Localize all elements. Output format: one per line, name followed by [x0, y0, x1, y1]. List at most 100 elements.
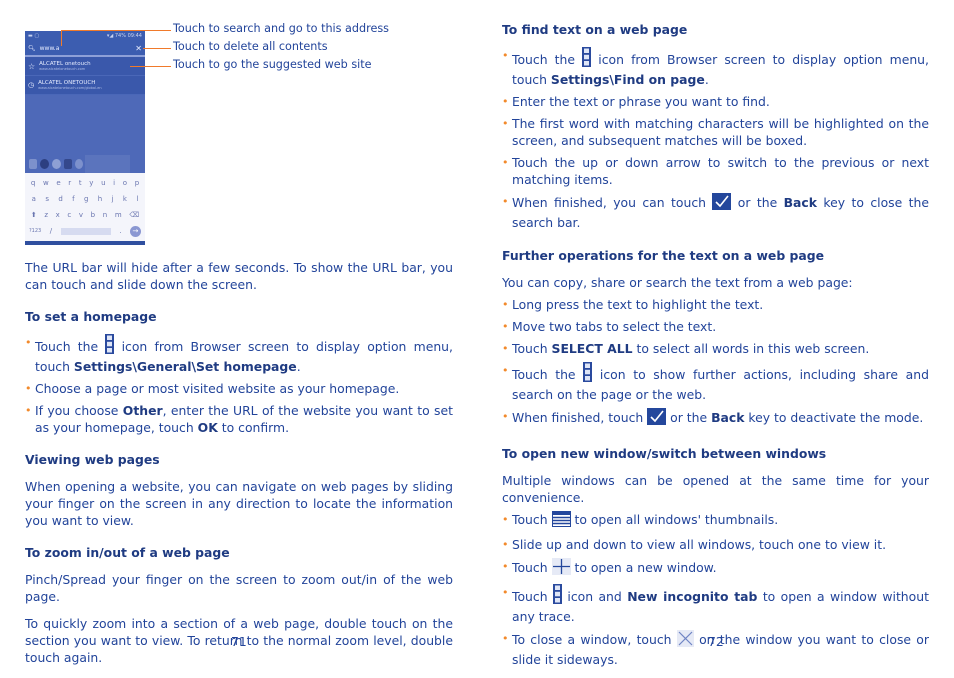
shift-key-icon[interactable]: ⬆: [31, 211, 37, 219]
clear-url-icon[interactable]: ✕: [135, 44, 142, 53]
keyboard-key[interactable]: d: [58, 195, 62, 203]
battery-level: 74%: [114, 33, 126, 39]
suggestion-title: ALCATEL ONETOUCH: [38, 79, 96, 86]
keyboard-key[interactable]: x: [56, 211, 60, 219]
android-nav-bar: ▽ ○ □: [25, 241, 145, 245]
star-icon: ☆: [28, 61, 36, 71]
symbols-key[interactable]: ?123: [29, 228, 41, 234]
find-list: Touch the icon from Browser screen to di…: [502, 47, 929, 231]
keyboard-key[interactable]: h: [98, 195, 102, 203]
list-item: Touch SELECT ALL to select all words in …: [502, 340, 929, 357]
callout-search: Touch to search and go to this address: [173, 22, 389, 35]
menu-dots-icon: [105, 334, 115, 358]
keyboard-key[interactable]: a: [32, 195, 36, 203]
menu-dots-icon: [583, 362, 593, 386]
windows-heading: To open new window/switch between window…: [502, 446, 827, 461]
close-x-icon: [676, 630, 694, 651]
keyboard[interactable]: qwertyuiop a s d f g h j k l ⬆ z x c v b n m ⌫ ?123 / .…: [25, 173, 145, 241]
keyboard-key[interactable]: p: [135, 179, 139, 187]
page-number-right: 72: [708, 634, 724, 649]
suggestion-url: www.alcatelonetouch.com/global-en: [38, 85, 102, 90]
watch-thumbnails: [29, 159, 83, 169]
status-bar: ▬ ▢ ▾◢ 74% 09:44: [25, 31, 145, 41]
keyboard-key[interactable]: e: [56, 179, 60, 187]
home-nav-icon[interactable]: ○: [81, 244, 87, 245]
callout-line: [61, 30, 171, 31]
right-page: To find text on a web page Touch the ico…: [502, 21, 929, 668]
homepage-list: Touch the icon from Browser screen to di…: [25, 334, 453, 436]
keyboard-key[interactable]: c: [67, 211, 71, 219]
menu-dots-icon: [552, 584, 562, 608]
homepage-heading: To set a homepage: [25, 309, 157, 324]
phone-screenshot: ▬ ▢ ▾◢ 74% 09:44 🔍︎ www.a ✕ ☆ ALCATEL on…: [25, 31, 145, 245]
list-item: The first word with matching characters …: [502, 115, 929, 149]
web-content-area: [25, 95, 145, 173]
keyboard-key[interactable]: y: [89, 179, 93, 187]
list-item: Choose a page or most visited website as…: [25, 380, 453, 397]
keyboard-key[interactable]: z: [44, 211, 48, 219]
wifi-signal-icon: ▾◢: [106, 33, 114, 39]
zoom-text-1: Pinch/Spread your finger on the screen t…: [25, 572, 453, 604]
keyboard-row-3[interactable]: ⬆ z x c v b n m ⌫: [27, 207, 143, 223]
keyboard-key[interactable]: l: [136, 195, 138, 203]
list-item: Touch the up or down arrow to switch to …: [502, 154, 929, 188]
go-arrow-icon[interactable]: →: [129, 225, 141, 237]
history-clock-icon: ◷: [28, 81, 35, 89]
suggestion-item[interactable]: ☆ ALCATEL onetouch www.alcatelonetouch.c…: [25, 57, 145, 76]
windows-intro: Multiple windows can be opened at the sa…: [502, 473, 929, 505]
back-nav-icon[interactable]: ▽: [42, 244, 47, 245]
list-item: Touch the icon from Browser screen to di…: [25, 334, 453, 375]
keyboard-row-4[interactable]: ?123 / . →: [27, 223, 143, 239]
keyboard-key[interactable]: j: [112, 195, 114, 203]
further-heading: Further operations for the text on a web…: [502, 248, 825, 263]
list-item: Move two tabs to select the text.: [502, 318, 929, 335]
suggestion-item[interactable]: ◷ ALCATEL ONETOUCH www.alcatelonetouch.c…: [25, 76, 145, 95]
recents-nav-icon[interactable]: □: [121, 244, 128, 245]
find-heading: To find text on a web page: [502, 22, 688, 37]
zoom-heading: To zoom in/out of a web page: [25, 545, 230, 560]
keyboard-row-2[interactable]: asdfghjkl: [27, 191, 143, 207]
list-item: Touch the icon to show further actions, …: [502, 362, 929, 403]
keyboard-key[interactable]: n: [103, 211, 107, 219]
url-bar[interactable]: 🔍︎ www.a ✕: [25, 41, 145, 57]
notification-icons: ▬ ▢: [28, 33, 40, 39]
further-intro: You can copy, share or search the text f…: [502, 275, 853, 290]
suggestion-title: ALCATEL onetouch: [39, 60, 91, 67]
keyboard-key[interactable]: w: [43, 179, 49, 187]
suggestion-url: www.alcatelonetouch.com: [39, 66, 86, 71]
further-list: Long press the text to highlight the tex…: [502, 296, 929, 429]
checkmark-icon: [712, 193, 732, 214]
keyboard-key[interactable]: k: [123, 195, 127, 203]
dot-key[interactable]: .: [119, 227, 121, 235]
keyboard-key[interactable]: f: [72, 195, 74, 203]
list-item: Touch the icon from Browser screen to di…: [502, 47, 929, 88]
space-bar[interactable]: [60, 227, 111, 235]
url-bar-intro: The URL bar will hide after a few second…: [25, 260, 453, 292]
keyboard-key[interactable]: o: [123, 179, 127, 187]
list-item: Touch icon and New incognito tab to open…: [502, 584, 929, 625]
list-item: When finished, touch or the Back key to …: [502, 408, 929, 429]
page-number-left: 71: [231, 634, 247, 649]
list-item: Slide up and down to view all windows, t…: [502, 536, 929, 553]
left-page: The URL bar will hide after a few second…: [25, 259, 453, 666]
url-input[interactable]: www.a: [40, 45, 132, 52]
callout-delete: Touch to delete all contents: [173, 40, 328, 53]
callout-suggested: Touch to go the suggested web site: [173, 58, 372, 71]
keyboard-key[interactable]: t: [79, 179, 82, 187]
keyboard-key[interactable]: r: [68, 179, 71, 187]
list-item: If you choose Other, enter the URL of th…: [25, 402, 453, 436]
keyboard-key[interactable]: s: [45, 195, 49, 203]
keyboard-key[interactable]: u: [101, 179, 105, 187]
backspace-key-icon[interactable]: ⌫: [129, 211, 139, 219]
menu-dots-icon: [582, 47, 592, 71]
tabs-thumbnails-icon: [551, 511, 571, 531]
keyboard-key[interactable]: q: [31, 179, 35, 187]
keyboard-key[interactable]: g: [84, 195, 88, 203]
slash-key[interactable]: /: [50, 227, 52, 235]
keyboard-key[interactable]: v: [79, 211, 83, 219]
keyboard-key[interactable]: b: [91, 211, 95, 219]
list-item: Touch to open all windows' thumbnails.: [502, 511, 929, 531]
keyboard-row-1[interactable]: qwertyuiop: [27, 175, 143, 191]
keyboard-key[interactable]: m: [115, 211, 122, 219]
keyboard-key[interactable]: i: [113, 179, 115, 187]
